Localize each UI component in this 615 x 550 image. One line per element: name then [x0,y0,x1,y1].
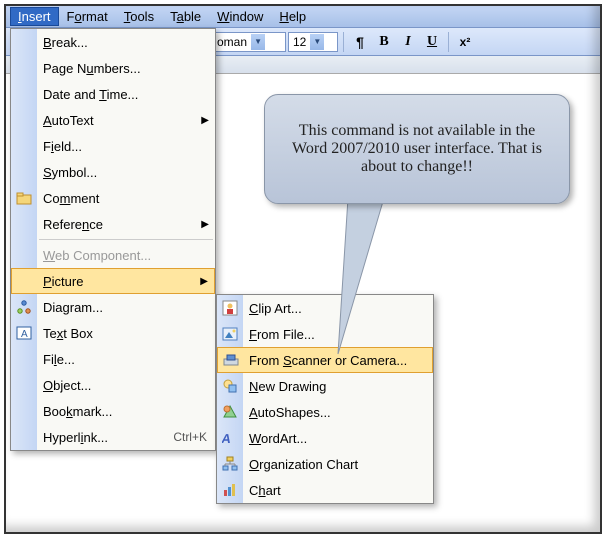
shapes-icon [221,403,239,421]
menubar-window[interactable]: Window [209,7,271,26]
menu-field[interactable]: Field... [11,133,215,159]
superscript-button[interactable]: x² [454,31,476,53]
menu-diagram[interactable]: Diagram... [11,294,215,320]
drawing-icon [221,377,239,395]
submenu-autoshapes[interactable]: AutoShapes... [217,399,433,425]
menu-bookmark[interactable]: Bookmark... [11,398,215,424]
italic-button[interactable]: I [397,31,419,53]
menu-file[interactable]: File... [11,346,215,372]
bold-button[interactable]: B [373,31,395,53]
separator [448,32,449,52]
menu-object[interactable]: Object... [11,372,215,398]
wordart-icon: A [221,429,239,447]
separator [39,239,213,240]
menu-picture[interactable]: Picture▶ [11,268,215,294]
menu-page-numbers[interactable]: Page Numbers... [11,55,215,81]
pilcrow-button[interactable]: ¶ [349,31,371,53]
textbox-icon: A [15,324,33,342]
menu-break[interactable]: Break... [11,29,215,55]
picture-submenu: Clip Art... From File... From Scanner or… [216,294,434,504]
app-window: Insert Format Tools Table Window Help om… [4,4,602,534]
menu-text-box[interactable]: A Text Box [11,320,215,346]
chevron-right-icon: ▶ [200,276,208,287]
image-icon [221,325,239,343]
folder-icon [15,189,33,207]
submenu-clip-art[interactable]: Clip Art... [217,295,433,321]
scanner-icon [222,351,240,369]
font-name-select[interactable]: oman ▼ [212,32,286,52]
font-size-select[interactable]: 12 ▼ [288,32,338,52]
submenu-new-drawing[interactable]: New Drawing [217,373,433,399]
menu-comment[interactable]: Comment [11,185,215,211]
clipart-icon [221,299,239,317]
font-name-value: oman [217,35,247,49]
chart-icon [221,481,239,499]
diagram-icon [15,298,33,316]
menubar-help[interactable]: Help [271,7,314,26]
callout-text: This command is not available in the Wor… [281,122,553,176]
submenu-org-chart[interactable]: Organization Chart [217,451,433,477]
svg-text:A: A [21,329,28,340]
menu-hyperlink[interactable]: Hyperlink...Ctrl+K [11,424,215,450]
menu-date-time[interactable]: Date and Time... [11,81,215,107]
menu-symbol[interactable]: Symbol... [11,159,215,185]
separator [343,32,344,52]
menu-autotext[interactable]: AutoText▶ [11,107,215,133]
chevron-right-icon: ▶ [201,219,209,230]
submenu-from-file[interactable]: From File... [217,321,433,347]
menubar-format[interactable]: Format [59,7,116,26]
menu-web-component: Web Component... [11,242,215,268]
chevron-right-icon: ▶ [201,115,209,126]
chevron-down-icon: ▼ [251,34,265,50]
chevron-down-icon: ▼ [310,34,324,50]
menubar-table[interactable]: Table [162,7,209,26]
svg-text:A: A [222,431,233,445]
insert-menu: Break... Page Numbers... Date and Time..… [10,28,216,451]
menubar-insert[interactable]: Insert [10,7,59,26]
submenu-from-scanner[interactable]: From Scanner or Camera... [217,347,433,373]
menubar: Insert Format Tools Table Window Help [6,6,600,28]
orgchart-icon [221,455,239,473]
menubar-tools[interactable]: Tools [116,7,162,26]
callout-bubble: This command is not available in the Wor… [264,94,570,204]
submenu-chart[interactable]: Chart [217,477,433,503]
underline-button[interactable]: U [421,31,443,53]
submenu-wordart[interactable]: A WordArt... [217,425,433,451]
font-size-value: 12 [293,35,306,49]
accel-text: Ctrl+K [173,430,207,444]
menu-reference[interactable]: Reference▶ [11,211,215,237]
